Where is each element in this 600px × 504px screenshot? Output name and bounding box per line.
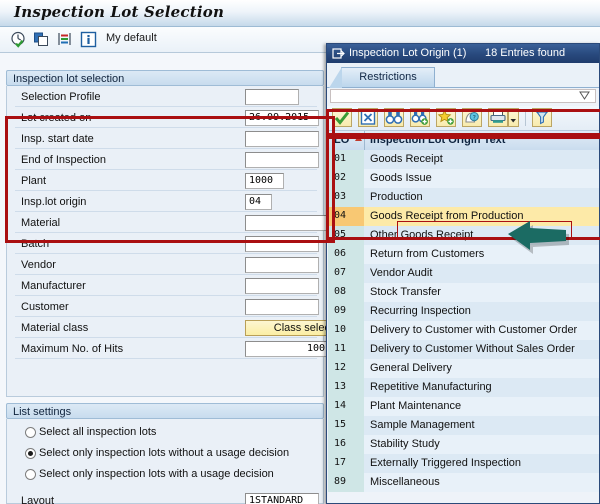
list-setting-option[interactable]: Select only inspection lots without a us… [7,444,323,465]
table-row[interactable]: 89 Miscellaneous [328,473,599,492]
field-input[interactable]: 100 [245,341,329,357]
window-title-bar: Inspection Lot Selection [0,0,600,27]
layout-label: Layout [21,495,55,504]
origin-code-cell[interactable]: 11 [328,340,364,359]
table-row[interactable]: 09 Recurring Inspection [328,302,599,321]
row-divider [15,274,317,275]
field-label: Manufacturer [21,280,86,292]
annotation-rect-dialog-toolbar [326,109,600,136]
table-row[interactable]: 08 Stock Transfer [328,283,599,302]
table-row[interactable]: 16 Stability Study [328,435,599,454]
page-title: Inspection Lot Selection [14,3,225,21]
origin-text-cell[interactable]: Externally Triggered Inspection [364,454,599,473]
copy-icon[interactable] [33,31,50,48]
origin-text-cell[interactable]: Stock Transfer [364,283,599,302]
field-label: Selection Profile [21,91,101,103]
list-settings-panel: Select all inspection lots Select only in… [6,419,324,504]
origin-text-cell[interactable]: Repetitive Manufacturing [364,378,599,397]
list-setting-option[interactable]: Select all inspection lots [7,423,323,444]
origin-code-cell[interactable]: 17 [328,454,364,473]
origin-text-cell[interactable]: Stability Study [364,435,599,454]
origin-code-cell[interactable]: 08 [328,283,364,302]
row-divider [15,358,317,359]
layout-input[interactable]: 1STANDARD [245,493,319,504]
class-selection-button[interactable]: Class selec [245,320,335,336]
radio-button[interactable] [25,448,36,459]
table-row[interactable]: 17 Externally Triggered Inspection [328,454,599,473]
row-divider [15,253,317,254]
origin-code-cell[interactable]: 13 [328,378,364,397]
field-input[interactable] [245,278,319,294]
table-row[interactable]: 10 Delivery to Customer with Customer Ord… [328,321,599,340]
field-input[interactable] [245,89,299,105]
row-divider [15,316,317,317]
field-row: Vendor [7,256,323,275]
my-default-label[interactable]: My default [106,32,157,44]
inspection-lot-selection-header: Inspection lot selection [6,70,324,86]
origin-text-cell[interactable]: General Delivery [364,359,599,378]
row-divider [15,337,317,338]
origin-code-cell[interactable]: 06 [328,245,364,264]
origin-code-cell[interactable]: 16 [328,435,364,454]
list-settings-header: List settings [6,403,324,419]
field-row: Material class Class selec [7,319,335,338]
info-icon[interactable] [80,31,97,48]
row-divider [15,106,317,107]
radio-label[interactable]: Select only inspection lots without a us… [39,447,289,459]
app-root: Inspection Lot Selection My default Insp… [0,0,600,504]
table-row[interactable]: 15 Sample Management [328,416,599,435]
field-label: Maximum No. of Hits [21,343,124,355]
origin-code-cell[interactable]: 10 [328,321,364,340]
annotation-rect-selection-fields [5,116,335,243]
origin-text-cell[interactable]: Miscellaneous [364,473,599,492]
callout-arrow-icon [505,218,590,267]
field-row: Customer [7,298,323,317]
origin-code-cell[interactable]: 14 [328,397,364,416]
radio-label[interactable]: Select only inspection lots with a usage… [39,468,274,480]
origin-code-cell[interactable]: 15 [328,416,364,435]
origin-code-cell[interactable]: 89 [328,473,364,492]
field-row: Selection Profile [7,88,323,107]
origin-code-cell[interactable]: 09 [328,302,364,321]
radio-button[interactable] [25,427,36,438]
table-row[interactable]: 12 General Delivery [328,359,599,378]
variant-icon[interactable] [56,31,73,48]
origin-text-cell[interactable]: Recurring Inspection [364,302,599,321]
origin-text-cell[interactable]: Plant Maintenance [364,397,599,416]
row-divider [15,295,317,296]
list-setting-option[interactable]: Select only inspection lots with a usage… [7,465,323,486]
origin-text-cell[interactable]: Sample Management [364,416,599,435]
origin-text-cell[interactable]: Delivery to Customer Without Sales Order [364,340,599,359]
field-label: Material class [21,322,89,334]
table-row[interactable]: 13 Repetitive Manufacturing [328,378,599,397]
origin-code-cell[interactable]: 12 [328,359,364,378]
field-row: Maximum No. of Hits 100 [7,340,329,359]
field-label: Vendor [21,259,56,271]
field-row: Manufacturer [7,277,323,296]
origin-text-cell[interactable]: Delivery to Customer with Customer Order [364,321,599,340]
radio-label[interactable]: Select all inspection lots [39,426,156,438]
field-input[interactable] [245,299,319,315]
table-row[interactable]: 11 Delivery to Customer Without Sales Ord… [328,340,599,359]
origin-code-cell[interactable]: 07 [328,264,364,283]
field-label: Customer [21,301,69,313]
layout-row: Layout 1STANDARD [7,492,323,504]
field-input[interactable] [245,257,319,273]
table-row[interactable]: 14 Plant Maintenance [328,397,599,416]
radio-button[interactable] [25,469,36,480]
execute-clock-icon[interactable] [10,31,27,48]
